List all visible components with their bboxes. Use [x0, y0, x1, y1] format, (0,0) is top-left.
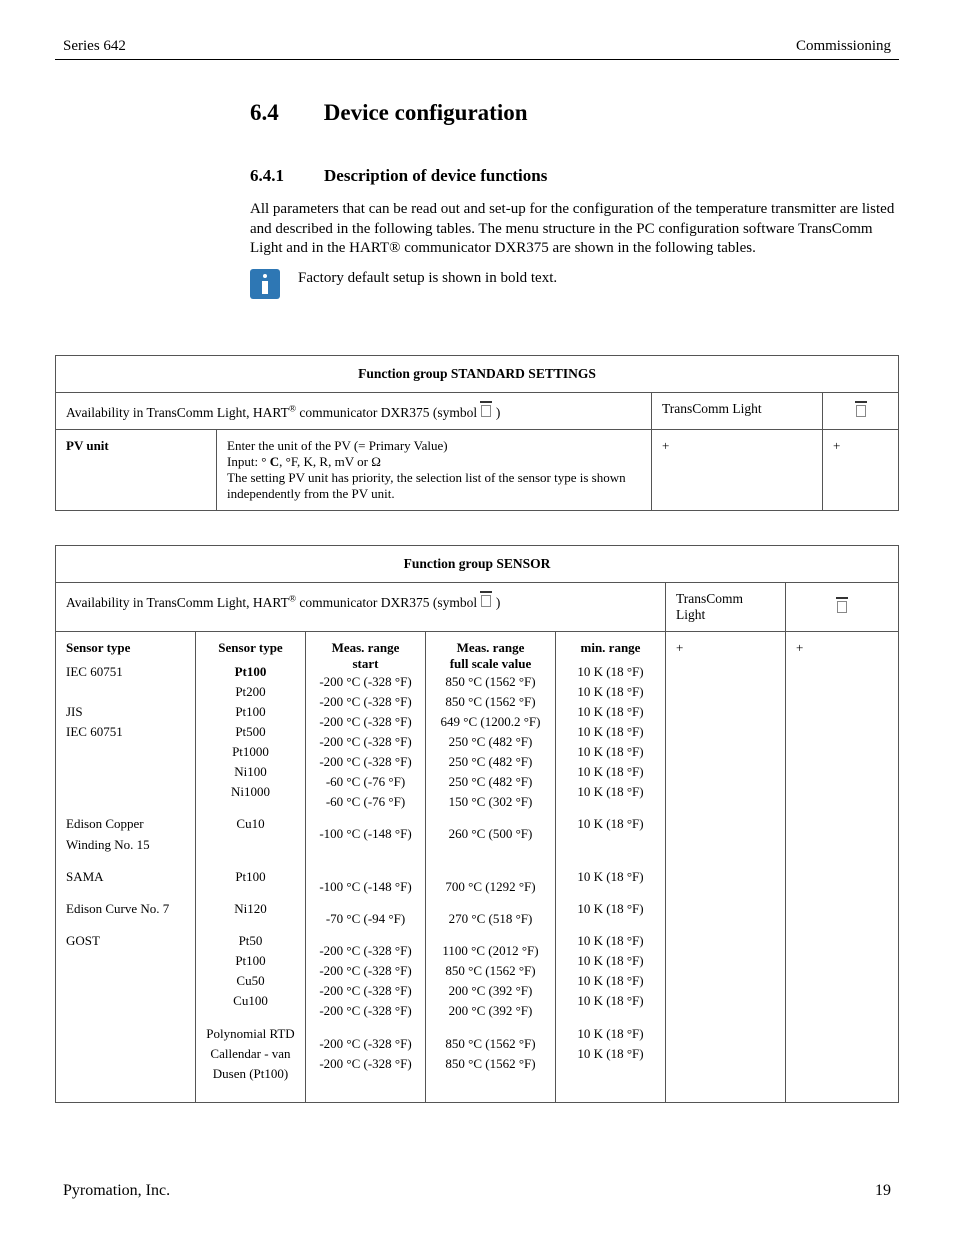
device-symbol-icon [480, 401, 492, 417]
header-rule [55, 59, 899, 60]
pv-unit-tc: + [652, 429, 823, 510]
col-meas-start: Meas. rangestart-200 °C (-328 °F)-200 °C… [306, 631, 426, 1103]
col-sensor-type-a: Sensor typeIEC 60751 JISIEC 60751 Edison… [56, 631, 196, 1103]
t2-group-header: Function group SENSOR [56, 545, 899, 582]
t1-group-header: Function group STANDARD SETTINGS [56, 355, 899, 392]
col-dev-plus: + [786, 631, 899, 1103]
pv-unit-label: PV unit [66, 438, 109, 453]
info-icon [250, 269, 280, 299]
intro-text: All parameters that can be read out and … [250, 201, 894, 256]
col-tc-plus: + [666, 631, 786, 1103]
header-right: Commissioning [796, 38, 891, 55]
footer-page: 19 [875, 1182, 891, 1200]
pv-unit-desc: Enter the unit of the PV (= Primary Valu… [217, 429, 652, 510]
t2-column-headers: Sensor typeIEC 60751 JISIEC 60751 Edison… [56, 631, 899, 1103]
col-sensor-type-b: Sensor typePt100Pt200Pt100Pt500Pt1000Ni1… [196, 631, 306, 1103]
col-meas-full: Meas. rangefull scale value850 °C (1562 … [426, 631, 556, 1103]
t1-availability: Availability in TransComm Light, HART® c… [56, 392, 652, 429]
header-left: Series 642 [63, 38, 126, 55]
page-footer: Pyromation, Inc. 19 [63, 1182, 891, 1200]
device-symbol-icon [480, 591, 492, 607]
section-heading: 6.4 Device configuration [250, 100, 899, 126]
t1-device-col [823, 392, 899, 429]
subsection-number: 6.4.1 [250, 166, 284, 186]
pv-unit-dev: + [823, 429, 899, 510]
footer-left: Pyromation, Inc. [63, 1182, 170, 1200]
section-title-text: Device configuration [324, 100, 528, 126]
standard-settings-table: Function group STANDARD SETTINGS Availab… [55, 355, 899, 511]
subsection-title-text: Description of device functions [324, 166, 547, 186]
t2-transcomm-col: TransComm Light [666, 582, 786, 631]
note-text: Factory default setup is shown in bold t… [298, 269, 557, 289]
intro-paragraph: All parameters that can be read out and … [250, 200, 899, 259]
t2-availability: Availability in TransComm Light, HART® c… [56, 582, 666, 631]
device-symbol-icon [855, 401, 867, 417]
t2-device-col [786, 582, 899, 631]
t1-transcomm-col: TransComm Light [652, 392, 823, 429]
col-min-range: min. range10 K (18 °F)10 K (18 °F)10 K (… [556, 631, 666, 1103]
sensor-table: Function group SENSOR Availability in Tr… [55, 545, 899, 1104]
device-symbol-icon [836, 597, 848, 613]
section-number: 6.4 [250, 100, 279, 126]
note-row: Factory default setup is shown in bold t… [250, 269, 899, 299]
subsection-heading: 6.4.1 Description of device functions [250, 166, 899, 186]
